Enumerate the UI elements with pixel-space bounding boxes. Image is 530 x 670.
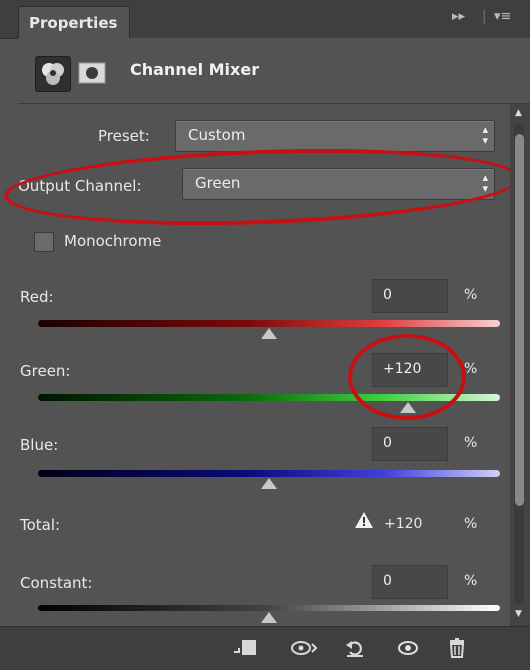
- red-slider-thumb[interactable]: [261, 328, 277, 339]
- blue-slider[interactable]: [38, 470, 500, 477]
- total-unit: %: [464, 516, 478, 532]
- constant-slider[interactable]: [38, 605, 500, 611]
- blue-unit: %: [464, 435, 478, 451]
- eye-icon[interactable]: [396, 637, 420, 663]
- divider: |: [482, 9, 487, 24]
- red-value-field[interactable]: 0: [372, 279, 448, 313]
- green-slider-thumb[interactable]: [399, 402, 416, 413]
- output-channel-dropdown[interactable]: Green ▴ ▾: [182, 168, 495, 200]
- total-label: Total:: [20, 516, 61, 534]
- blue-slider-thumb[interactable]: [261, 478, 277, 489]
- red-slider[interactable]: [38, 320, 500, 327]
- mask-icon[interactable]: [75, 56, 109, 90]
- warning-triangle-icon: [354, 510, 374, 534]
- green-label: Green:: [20, 362, 71, 380]
- channel-mixer-controls: Preset: Custom ▴ ▾ Output Channel: Green …: [2, 104, 522, 626]
- red-value: 0: [383, 287, 392, 303]
- tab-properties[interactable]: Properties: [18, 6, 130, 39]
- properties-panel: Properties ▸▸ | ▾≡ Channel Mixer Preset:: [0, 0, 530, 670]
- clip-to-layer-icon[interactable]: [232, 637, 258, 663]
- output-channel-value: Green: [195, 174, 241, 192]
- trash-icon[interactable]: [446, 637, 468, 663]
- constant-value-field[interactable]: 0: [372, 565, 448, 599]
- green-value-field[interactable]: +120: [372, 353, 448, 387]
- panel-header: Channel Mixer: [18, 38, 530, 104]
- monochrome-label: Monochrome: [64, 232, 162, 250]
- green-unit: %: [464, 361, 478, 377]
- scrollbar[interactable]: ▲ ▼: [510, 104, 530, 626]
- panel-title: Channel Mixer: [130, 60, 260, 79]
- channel-mixer-icon[interactable]: [35, 56, 71, 92]
- panel-footer: [0, 626, 530, 670]
- double-chevron-icon[interactable]: ▸▸: [452, 9, 465, 24]
- monochrome-checkbox[interactable]: [34, 232, 54, 252]
- constant-value: 0: [383, 573, 392, 589]
- updown-arrow-icon: ▴ ▾: [482, 123, 488, 147]
- constant-slider-thumb[interactable]: [261, 612, 277, 623]
- view-previous-icon[interactable]: [290, 637, 318, 663]
- blue-label: Blue:: [20, 436, 59, 454]
- preset-dropdown[interactable]: Custom ▴ ▾: [175, 120, 495, 152]
- scroll-thumb[interactable]: [515, 134, 524, 506]
- green-slider[interactable]: [38, 394, 500, 401]
- panel-menu-icon[interactable]: ▾≡: [494, 9, 511, 24]
- constant-label: Constant:: [20, 574, 93, 592]
- output-channel-label: Output Channel:: [18, 177, 142, 195]
- scroll-down-icon[interactable]: ▼: [515, 609, 522, 619]
- total-value: +120: [384, 516, 423, 532]
- scroll-up-icon[interactable]: ▲: [515, 108, 522, 118]
- blue-value-field[interactable]: 0: [372, 427, 448, 461]
- red-unit: %: [464, 287, 478, 303]
- preset-value: Custom: [188, 126, 246, 144]
- preset-label: Preset:: [98, 127, 150, 145]
- constant-unit: %: [464, 573, 478, 589]
- blue-value: 0: [383, 435, 392, 451]
- panel-tab-bar: Properties ▸▸ | ▾≡: [0, 0, 530, 39]
- updown-arrow-icon: ▴ ▾: [482, 171, 488, 195]
- red-label: Red:: [20, 288, 54, 306]
- tab-label: Properties: [29, 14, 118, 32]
- green-value: +120: [383, 361, 422, 377]
- reset-icon[interactable]: [344, 637, 366, 663]
